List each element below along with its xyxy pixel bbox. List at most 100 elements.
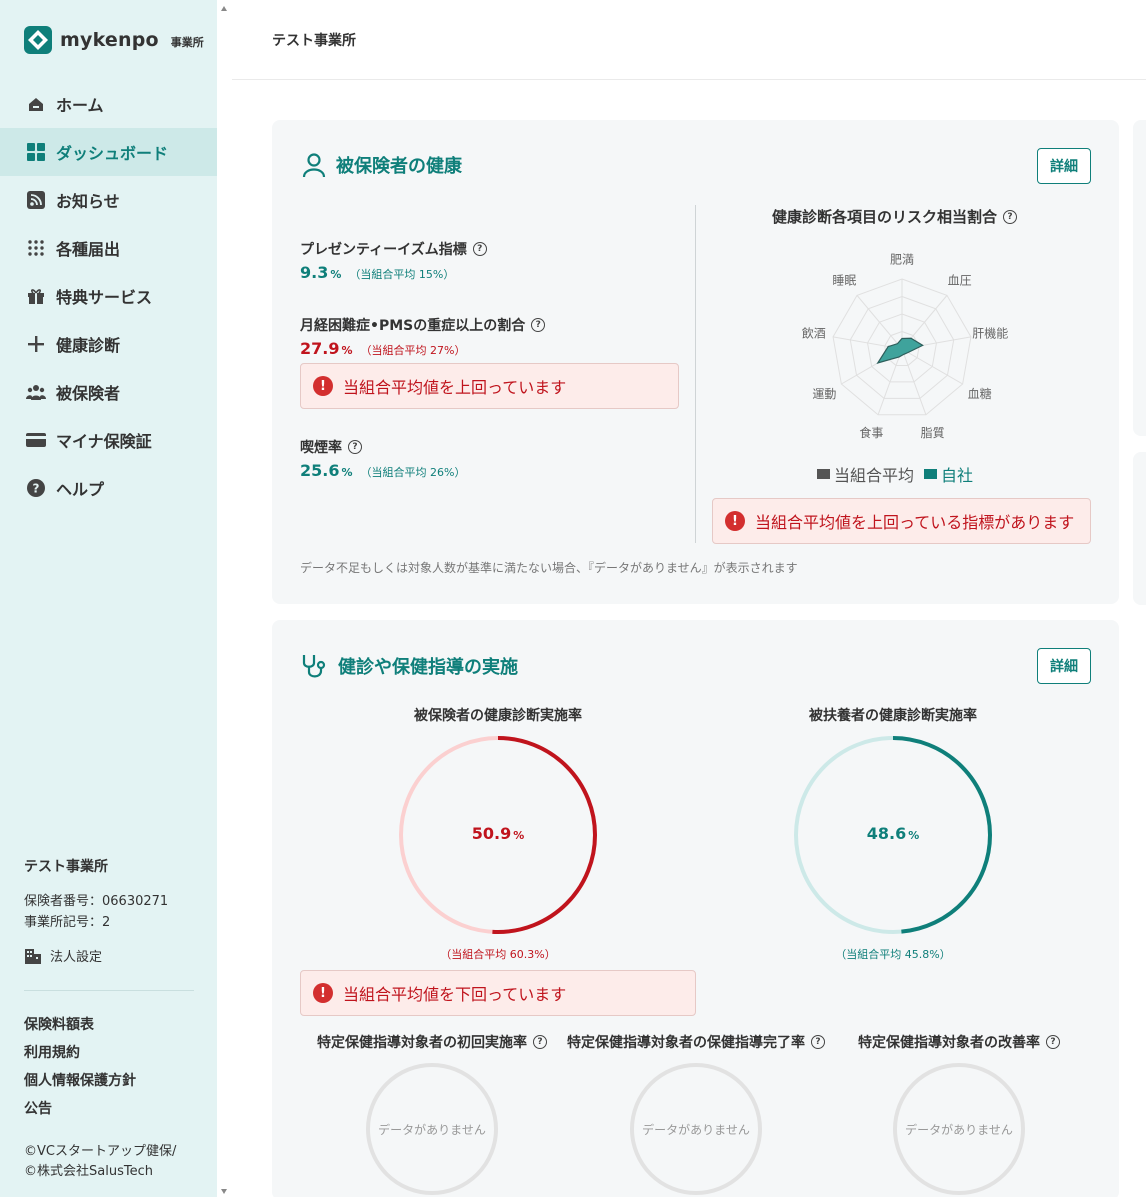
logo[interactable]: mykenpo 事業所: [24, 26, 204, 54]
sidebar-item-myna-card[interactable]: マイナ保険証: [0, 416, 217, 464]
insured-rate-unit: %: [513, 829, 525, 842]
checkup-card: 健診や保健指導の実施 詳細 被保険者の健康診断実施率 50.9 % （当組合平均…: [272, 620, 1119, 1197]
pms-label: 月経困難症•PMSの重症以上の割合 ?: [300, 315, 546, 335]
smoking-avg: （当組合平均 26%）: [360, 466, 466, 479]
header: テスト事業所: [232, 0, 1146, 80]
pms-alert-text: 当組合平均値を上回っています: [343, 378, 567, 397]
alert-icon: !: [725, 511, 745, 531]
next-card-edge: [1133, 120, 1146, 436]
link-premium-table[interactable]: 保険料額表: [24, 1015, 136, 1043]
sidebar-item-forms[interactable]: 各種届出: [0, 224, 217, 272]
help-icon[interactable]: ?: [533, 1035, 547, 1049]
guidance-initial-title: 特定保健指導対象者の初回実施率 ?: [317, 1032, 547, 1052]
sidebar-item-label: 被保険者: [56, 384, 121, 403]
data-note: データ不足もしくは対象人数が基準に満たない場合、『データがありません』が表示され…: [300, 561, 798, 575]
pms-avg: （当組合平均 27%）: [360, 344, 466, 357]
dependents-rate-title: 被扶養者の健康診断実施率: [809, 708, 977, 724]
help-icon[interactable]: ?: [348, 440, 362, 454]
help-icon[interactable]: ?: [1003, 209, 1018, 224]
sidebar: mykenpo 事業所 ホーム ダッシュボード お知らせ 各種届出 特典サービス…: [0, 0, 217, 1197]
column-divider: [695, 205, 696, 543]
radar-alert-text: 当組合平均値を上回っている指標があります: [755, 513, 1075, 532]
legend-item-average: 当組合平均: [817, 462, 914, 486]
insured-rate-title: 被保険者の健康診断実施率: [414, 708, 582, 724]
stethoscope-icon: [302, 655, 326, 678]
legend-swatch: [924, 469, 938, 479]
radar-axis-label: 肥満: [890, 252, 914, 266]
office-name: テスト事業所: [24, 859, 108, 875]
brand-suffix: 事業所: [170, 36, 204, 49]
health-detail-button[interactable]: 詳細: [1037, 148, 1091, 184]
insured-alert: ! 当組合平均値を下回っています: [300, 970, 696, 1016]
page-title: テスト事業所: [272, 33, 356, 49]
guidance-completion-title: 特定保健指導対象者の保健指導完了率 ?: [567, 1032, 825, 1052]
insured-rate-number: 50.9: [471, 824, 512, 843]
copyright-line: ©VCスタートアップ健保/: [24, 1144, 177, 1159]
brand-name: mykenpo: [60, 29, 159, 51]
insured-rate-avg: （当組合平均 60.3%）: [440, 948, 556, 961]
checkup-title-text: 健診や保健指導の実施: [338, 657, 518, 678]
pms-number: 27.9: [300, 339, 340, 358]
help-icon[interactable]: ?: [811, 1035, 825, 1049]
next-card-edge: [1133, 452, 1146, 605]
help-icon[interactable]: ?: [531, 318, 546, 332]
building-icon: [25, 948, 41, 964]
dependents-rate-avg: （当組合平均 45.8%）: [835, 948, 951, 961]
radar-axis-label: 飲酒: [802, 325, 826, 340]
help-icon[interactable]: ?: [472, 242, 487, 256]
presenteeism-unit: %: [330, 268, 342, 281]
sidebar-item-insured[interactable]: 被保険者: [0, 368, 217, 416]
person-icon: [302, 153, 326, 178]
help-icon[interactable]: ?: [1046, 1035, 1060, 1049]
dashboard-icon: [26, 142, 46, 162]
sidebar-item-news[interactable]: お知らせ: [0, 176, 217, 224]
people-icon: [26, 382, 46, 402]
sidebar-item-label: ヘルプ: [56, 480, 105, 499]
link-notice[interactable]: 公告: [24, 1099, 136, 1127]
smoking-label-text: 喫煙率: [300, 440, 342, 456]
radar-axis-label: 脂質: [921, 425, 945, 440]
sidebar-item-checkup[interactable]: 健康診断: [0, 320, 217, 368]
alert-icon: !: [313, 983, 333, 1003]
guidance-completion-chart: データがありません: [630, 1063, 762, 1195]
pms-unit: %: [341, 344, 353, 357]
guidance-initial-title-text: 特定保健指導対象者の初回実施率: [317, 1035, 527, 1051]
sidebar-item-benefits[interactable]: 特典サービス: [0, 272, 217, 320]
grid-dots-icon: [26, 238, 46, 258]
guidance-completion-title-text: 特定保健指導対象者の保健指導完了率: [567, 1035, 805, 1051]
radar-axis-label: 血糖: [968, 386, 992, 401]
health-title-text: 被保険者の健康: [336, 156, 462, 177]
sidebar-divider: [24, 990, 194, 991]
checkup-detail-button[interactable]: 詳細: [1037, 648, 1091, 684]
smoking-number: 25.6: [300, 461, 340, 480]
insured-alert-text: 当組合平均値を下回っています: [343, 985, 567, 1004]
sidebar-item-home[interactable]: ホーム: [0, 80, 217, 128]
pms-value: 27.9 % （当組合平均 27%）: [300, 339, 465, 358]
dependents-rate-number: 48.6: [866, 824, 907, 843]
radar-axis-label: 睡眠: [832, 273, 856, 287]
sidebar-scrollbar[interactable]: [218, 0, 230, 1197]
sidebar-item-label: マイナ保険証: [56, 432, 152, 451]
health-card: 被保険者の健康 詳細 プレゼンティーイズム指標 ? 9.3 % （当組合平均 1…: [272, 120, 1119, 604]
radar-title: 健康診断各項目のリスク相当割合 ?: [772, 206, 1018, 227]
gift-icon: [26, 286, 46, 306]
alert-icon: !: [313, 376, 333, 396]
corp-settings-link[interactable]: 法人設定: [24, 946, 194, 965]
sidebar-item-help[interactable]: ? ヘルプ: [0, 464, 217, 512]
office-info: テスト事業所 保険者番号：06630271 事業所記号：2 法人設定: [24, 856, 194, 965]
link-terms[interactable]: 利用規約: [24, 1043, 136, 1071]
radar-axis-label: 運動: [812, 387, 836, 401]
presenteeism-number: 9.3: [300, 263, 329, 282]
insured-rate-value: 50.9 %: [398, 824, 598, 843]
radar-axis-label: 肝機能: [972, 325, 1008, 340]
rss-icon: [26, 190, 46, 210]
link-privacy[interactable]: 個人情報保護方針: [24, 1071, 136, 1099]
sidebar-item-label: 健康診断: [56, 336, 121, 355]
insurer-number: 保険者番号：06630271: [24, 894, 169, 909]
radar-axis-label: 食事: [859, 425, 883, 440]
copyright-line: ©株式会社SalusTech: [24, 1164, 153, 1179]
radar-chart: 肥満血圧肝機能血糖脂質 食事 運動 飲酒 睡眠: [802, 252, 1008, 440]
sidebar-item-label: ホーム: [56, 96, 104, 115]
sidebar-item-dashboard[interactable]: ダッシュボード: [0, 128, 217, 176]
sidebar-item-label: 特典サービス: [56, 288, 153, 307]
